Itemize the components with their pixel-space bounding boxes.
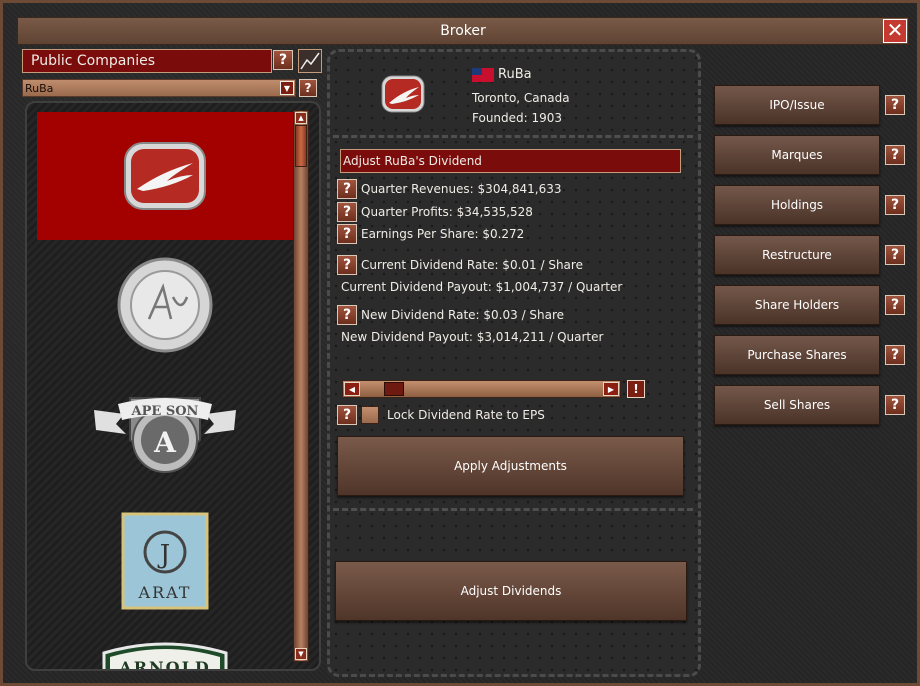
current-rate-row: ? Current Dividend Rate: $0.01 / Share xyxy=(337,255,583,275)
public-companies-help-button[interactable]: ? xyxy=(273,50,293,70)
public-companies-header: Public Companies xyxy=(22,49,272,73)
purchase-shares-help-button[interactable]: ? xyxy=(885,345,905,365)
chevron-down-icon[interactable]: ▼ xyxy=(280,81,294,95)
current-rate-help-button[interactable]: ? xyxy=(337,255,357,275)
divider xyxy=(333,508,693,514)
chart-icon[interactable] xyxy=(298,49,322,73)
broker-window: Broker ✕ Public Companies ? RuBa ▼ ? APE… xyxy=(0,0,920,686)
arat-logo-letter: J xyxy=(157,540,170,570)
arat-logo-text: ARAT xyxy=(138,583,192,602)
company-logo-ape-son[interactable]: APE SON A xyxy=(37,386,293,486)
arnold-logo-text: ARNOLD xyxy=(118,658,210,671)
ape-son-logo-text: APE SON xyxy=(131,404,199,419)
arnold-logo-icon: ARNOLD xyxy=(102,642,228,671)
lock-dividend-label: Lock Dividend Rate to EPS xyxy=(387,408,545,422)
title-bar: Broker ✕ xyxy=(17,17,909,45)
ruba-small-logo-icon xyxy=(381,75,425,113)
share-holders-button[interactable]: Share Holders xyxy=(714,285,880,325)
ruba-logo-icon xyxy=(124,142,206,210)
company-logo-au[interactable] xyxy=(37,255,293,355)
sell-shares-help-button[interactable]: ? xyxy=(885,395,905,415)
new-rate-row: ? New Dividend Rate: $0.03 / Share xyxy=(337,305,564,325)
eps-row: ? Earnings Per Share: $0.272 xyxy=(337,224,524,244)
scroll-down-icon[interactable]: ▼ xyxy=(295,648,307,660)
window-title: Broker xyxy=(440,23,486,39)
lock-dividend-checkbox[interactable] xyxy=(361,406,379,424)
quarter-revenues-text: Quarter Revenues: $304,841,633 xyxy=(361,182,562,196)
dividend-rate-slider[interactable]: ◀ ▶ xyxy=(342,380,621,398)
quarter-revenues-help-button[interactable]: ? xyxy=(337,179,357,199)
holdings-button[interactable]: Holdings xyxy=(714,185,880,225)
chevron-right-icon[interactable]: ▶ xyxy=(603,382,619,396)
ape-son-logo-letter: A xyxy=(153,426,177,459)
ape-son-logo-icon: APE SON A xyxy=(94,397,236,473)
quarter-profits-text: Quarter Profits: $34,535,528 xyxy=(361,205,533,219)
dividend-section-title: Adjust RuBa's Dividend xyxy=(340,149,681,173)
marques-button[interactable]: Marques xyxy=(714,135,880,175)
arat-logo-icon: J ARAT xyxy=(121,512,209,610)
holdings-help-button[interactable]: ? xyxy=(885,195,905,215)
adjust-dividends-button[interactable]: Adjust Dividends xyxy=(335,561,687,621)
ipo-issue-help-button[interactable]: ? xyxy=(885,95,905,115)
quarter-profits-help-button[interactable]: ? xyxy=(337,202,357,222)
au-logo-icon xyxy=(117,257,213,353)
quarter-profits-row: ? Quarter Profits: $34,535,528 xyxy=(337,202,533,222)
new-rate-help-button[interactable]: ? xyxy=(337,305,357,325)
chevron-left-icon[interactable]: ◀ xyxy=(344,382,360,396)
apply-adjustments-button[interactable]: Apply Adjustments xyxy=(337,436,684,496)
logo-list-scrollbar[interactable]: ▲ ▼ xyxy=(293,110,309,662)
restructure-help-button[interactable]: ? xyxy=(885,245,905,265)
lock-dividend-row: ? Lock Dividend Rate to EPS xyxy=(337,405,545,425)
sell-shares-button[interactable]: Sell Shares xyxy=(714,385,880,425)
ipo-issue-button[interactable]: IPO/Issue xyxy=(714,85,880,125)
company-location: Toronto, Canada xyxy=(472,91,570,105)
company-name: RuBa xyxy=(472,67,532,82)
close-icon[interactable]: ✕ xyxy=(883,19,907,43)
lock-dividend-help-button[interactable]: ? xyxy=(337,405,357,425)
slider-thumb[interactable] xyxy=(383,382,404,396)
new-rate-text: New Dividend Rate: $0.03 / Share xyxy=(361,308,565,322)
company-logo-arat[interactable]: J ARAT xyxy=(37,511,293,611)
company-select[interactable]: RuBa ▼ xyxy=(22,79,296,97)
company-logo-list: APE SON A J ARAT ARNOLD xyxy=(25,101,321,671)
scroll-up-icon[interactable]: ▲ xyxy=(295,112,307,124)
eps-text: Earnings Per Share: $0.272 xyxy=(361,227,525,241)
company-name-text: RuBa xyxy=(498,67,532,82)
current-payout-text: Current Dividend Payout: $1,004,737 / Qu… xyxy=(341,280,623,294)
restructure-button[interactable]: Restructure xyxy=(714,235,880,275)
company-logo-ruba[interactable] xyxy=(37,112,293,240)
company-logo-arnold[interactable]: ARNOLD xyxy=(37,641,293,671)
scroll-thumb[interactable] xyxy=(295,125,307,167)
new-payout-text: New Dividend Payout: $3,014,211 / Quarte… xyxy=(341,330,604,344)
company-founded: Founded: 1903 xyxy=(472,111,563,125)
eps-help-button[interactable]: ? xyxy=(337,224,357,244)
purchase-shares-button[interactable]: Purchase Shares xyxy=(714,335,880,375)
divider xyxy=(333,135,693,141)
current-rate-text: Current Dividend Rate: $0.01 / Share xyxy=(361,258,583,272)
quarter-revenues-row: ? Quarter Revenues: $304,841,633 xyxy=(337,179,562,199)
company-select-help-button[interactable]: ? xyxy=(299,79,317,97)
share-holders-help-button[interactable]: ? xyxy=(885,295,905,315)
company-select-value: RuBa xyxy=(25,81,54,95)
marques-help-button[interactable]: ? xyxy=(885,145,905,165)
warning-icon[interactable]: ! xyxy=(627,380,645,398)
canada-flag-icon xyxy=(472,67,494,82)
